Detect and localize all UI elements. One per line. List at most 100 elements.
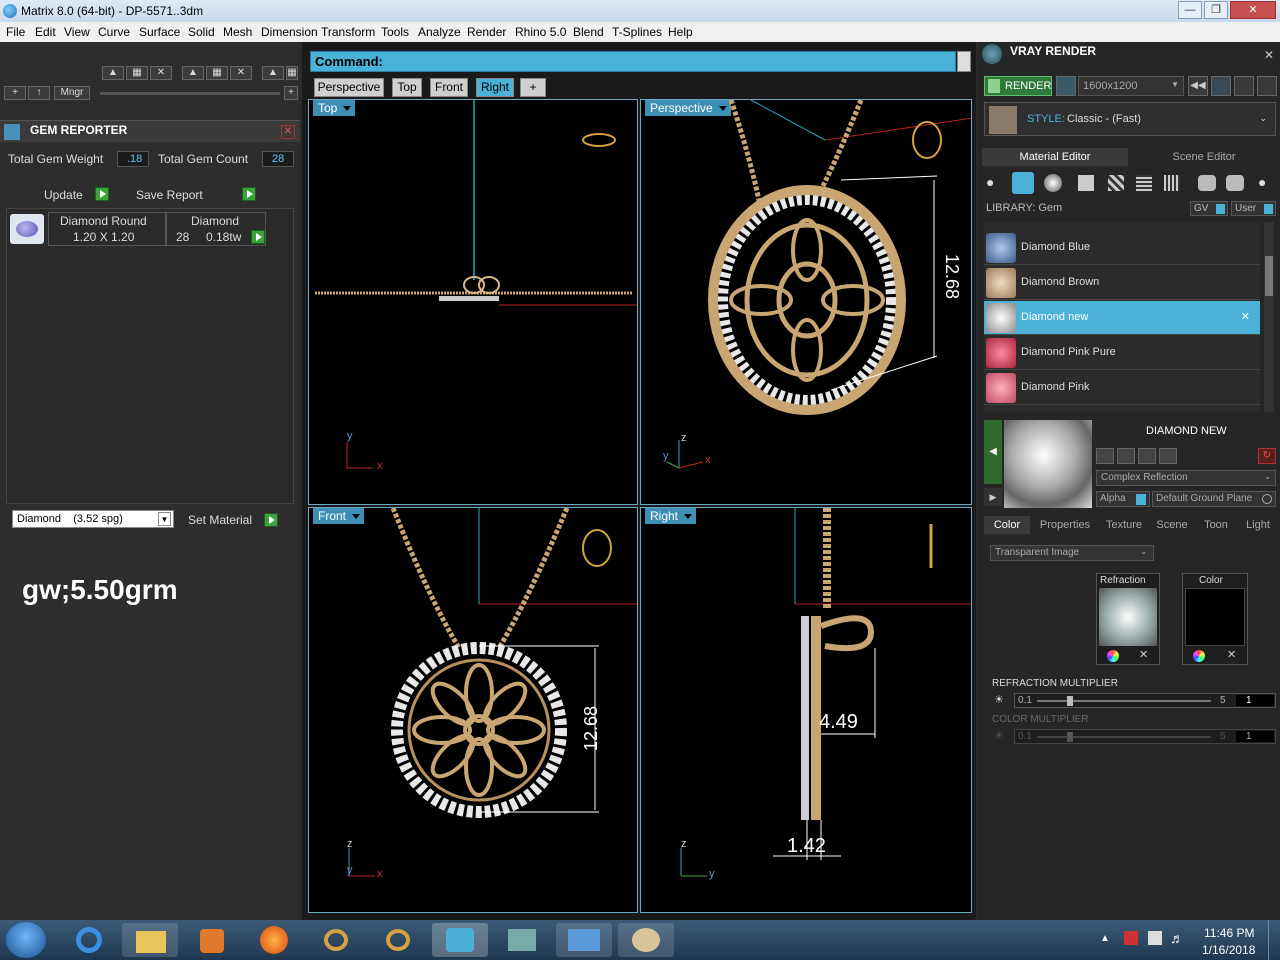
maximize-button[interactable]: ❐ <box>1204 1 1228 19</box>
menu-file[interactable]: File <box>6 25 25 39</box>
viewport-right[interactable]: Right 4.49 1.42 z y <box>640 507 972 913</box>
menu-tsplines[interactable]: T-Splines <box>612 25 662 39</box>
menu-rhino[interactable]: Rhino 5.0 <box>515 25 566 39</box>
menu-surface[interactable]: Surface <box>139 25 180 39</box>
viewport-top[interactable]: Top y x <box>308 99 638 505</box>
media-player-icon[interactable] <box>184 923 240 957</box>
expand-right-icon[interactable]: ▶ <box>984 488 1002 506</box>
tab-color[interactable]: Color <box>984 516 1030 534</box>
style-select[interactable]: STYLE: Classic - (Fast) ⌄ <box>984 102 1276 136</box>
material-icon-a[interactable] <box>1198 175 1216 191</box>
import-icon[interactable] <box>1159 448 1177 464</box>
menu-solid[interactable]: Solid <box>188 25 215 39</box>
show-desktop-button[interactable] <box>1268 920 1280 960</box>
gem-app2-icon[interactable] <box>370 923 426 957</box>
set-material-button[interactable] <box>264 513 278 527</box>
menu-view[interactable]: View <box>64 25 90 39</box>
clear-icon[interactable]: ✕ <box>1227 648 1236 661</box>
alpha-toggle[interactable]: Alpha <box>1096 491 1150 507</box>
light-icon[interactable]: ● <box>1258 174 1272 192</box>
minimize-button[interactable]: — <box>1178 1 1202 19</box>
tab-material-editor[interactable]: Material Editor <box>982 148 1128 166</box>
tray-volume-icon[interactable]: ♬ <box>1170 930 1184 946</box>
save-as-icon[interactable] <box>1117 448 1135 464</box>
vray-close-icon[interactable]: ✕ <box>1262 48 1276 62</box>
square-icon[interactable] <box>1078 175 1094 191</box>
tab-scene-editor[interactable]: Scene Editor <box>1130 148 1278 166</box>
menu-dimension[interactable]: Dimension <box>261 25 318 39</box>
gem-icon[interactable] <box>1012 172 1034 194</box>
toolbar-up3-button[interactable]: ▲ <box>262 66 284 80</box>
tray-arrow-icon[interactable]: ▲ <box>1100 933 1110 944</box>
firefox-icon[interactable] <box>246 923 302 957</box>
tab-perspective[interactable]: Perspective <box>314 78 384 97</box>
tab-scene[interactable]: Scene <box>1152 516 1192 534</box>
save-report-button[interactable] <box>242 187 256 201</box>
camera-icon[interactable] <box>1056 76 1076 96</box>
clock-date[interactable]: 1/16/2018 <box>1202 943 1255 957</box>
lines-icon[interactable] <box>1136 175 1152 191</box>
viewport-perspective[interactable]: Perspective 12.68 z x y <box>640 99 972 505</box>
start-button[interactable] <box>6 922 46 958</box>
toolbar-save2-button[interactable]: ▦ <box>206 66 228 80</box>
refraction-swatch[interactable] <box>1099 588 1157 646</box>
reflection-select[interactable]: Complex Reflection ⌄ <box>1096 470 1276 486</box>
metal-icon[interactable]: ● <box>986 174 1006 192</box>
material-select[interactable]: Diamond (3.52 spg) ▼ <box>12 510 174 528</box>
menu-mesh[interactable]: Mesh <box>223 25 252 39</box>
ie-icon[interactable] <box>60 923 116 957</box>
command-input[interactable] <box>387 53 952 70</box>
stripes-icon[interactable] <box>1108 175 1124 191</box>
tab-properties[interactable]: Properties <box>1034 516 1096 534</box>
command-bar[interactable]: Command: <box>310 51 956 72</box>
expand-left-icon[interactable]: ◀ <box>984 420 1002 484</box>
toolbar-up2-button[interactable]: ▲ <box>182 66 204 80</box>
zoom-slider[interactable] <box>100 92 280 95</box>
transparent-select[interactable]: Transparent Image ⌄ <box>990 545 1154 561</box>
menu-render[interactable]: Render <box>467 25 506 39</box>
toolbar-save3-button[interactable]: ▦ <box>286 66 298 80</box>
pattern-icon[interactable] <box>1164 175 1180 191</box>
menu-help[interactable]: Help <box>668 25 693 39</box>
user-toggle[interactable]: User <box>1231 201 1276 216</box>
color-multiplier-slider[interactable]: 0.1 5 1 <box>1014 729 1276 744</box>
slider-thumb[interactable] <box>1067 696 1073 706</box>
rewind-icon[interactable]: ◀◀ <box>1188 76 1208 96</box>
photo-viewer-icon[interactable] <box>556 923 612 957</box>
gv-toggle[interactable]: GV <box>1190 201 1228 216</box>
tab-add[interactable]: + <box>520 78 546 97</box>
gem-row-arrow-button[interactable] <box>251 230 265 244</box>
resolution-select[interactable]: 1600x1200 ▼ <box>1078 76 1184 96</box>
explorer-icon[interactable] <box>122 923 178 957</box>
library-scrollbar[interactable] <box>1264 222 1274 412</box>
color-wheel-icon[interactable] <box>1193 650 1205 662</box>
update-button[interactable] <box>95 187 109 201</box>
network-icon[interactable] <box>494 923 550 957</box>
color-wheel-icon[interactable] <box>1107 650 1119 662</box>
toolbar-delete2-button[interactable]: ✕ <box>230 66 252 80</box>
ground-plane-select[interactable]: Default Ground Plane <box>1152 491 1276 507</box>
gem-app-icon[interactable] <box>308 923 364 957</box>
tray-network-icon[interactable] <box>1148 931 1162 945</box>
menu-edit[interactable]: Edit <box>35 25 56 39</box>
list-item[interactable]: Diamond Blue <box>984 231 1260 265</box>
tab-toon[interactable]: Toon <box>1196 516 1236 534</box>
clock-time[interactable]: 11:46 PM <box>1204 926 1254 940</box>
list-item-selected[interactable]: Diamond new ✕ <box>984 301 1260 335</box>
list-item[interactable]: Diamond Brown <box>984 266 1260 300</box>
export-icon[interactable] <box>1138 448 1156 464</box>
toolbar-up-button[interactable]: ▲ <box>102 66 124 80</box>
tab-top[interactable]: Top <box>392 78 422 97</box>
add2-button[interactable]: + <box>284 86 298 100</box>
refresh-icon[interactable]: ↻ <box>1258 448 1276 464</box>
material-icon-b[interactable] <box>1226 175 1244 191</box>
menu-tools[interactable]: Tools <box>381 25 409 39</box>
tray-flag-icon[interactable] <box>1124 931 1138 945</box>
save-material-icon[interactable] <box>1096 448 1114 464</box>
command-scroll[interactable] <box>957 51 971 72</box>
toolbar-delete-button[interactable]: ✕ <box>150 66 172 80</box>
sphere-icon[interactable] <box>1044 174 1062 192</box>
tab-texture[interactable]: Texture <box>1100 516 1148 534</box>
menu-blend[interactable]: Blend <box>573 25 604 39</box>
list-item[interactable]: Diamond Pink Pure <box>984 336 1260 370</box>
